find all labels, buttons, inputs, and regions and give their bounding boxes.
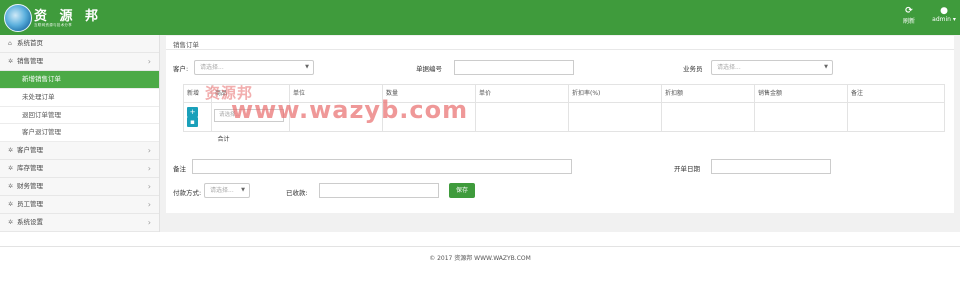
sidebar-item-label: 销售管理 <box>17 56 43 65</box>
total-empty <box>755 132 848 149</box>
customer-label: 客户: <box>173 65 189 73</box>
total-empty <box>290 132 383 149</box>
sidebar-item-sales[interactable]: ✲ 销售管理 › <box>0 52 159 71</box>
total-row: 合计 <box>184 132 945 149</box>
user-icon: ● <box>940 6 948 16</box>
sidebar-item-customers[interactable]: ✲ 客户管理 › <box>0 142 159 161</box>
total-empty <box>569 132 662 149</box>
caret-down-icon: ▼ <box>305 64 309 70</box>
customer-select[interactable]: 请选择... ▼ <box>194 60 314 75</box>
col-header: 备注 <box>847 84 945 103</box>
delete-row-button[interactable]: ▪ <box>187 117 198 127</box>
gear-icon: ✲ <box>8 183 14 191</box>
save-button[interactable]: 保存 <box>449 183 475 198</box>
brand-subtitle: 互联网资源与技术分享 <box>34 23 72 27</box>
order-no-label: 单据编号 <box>416 65 442 73</box>
caret-down-icon: ▼ <box>824 64 828 70</box>
payment-select[interactable]: 请选择... ▼ <box>204 183 250 198</box>
sidebar-item-label: 财务管理 <box>17 182 43 191</box>
caret-down-icon: ▼ <box>241 187 245 193</box>
sidebar-subitem-customer-returns[interactable]: 客户退订管理 <box>0 124 159 143</box>
gear-icon: ✲ <box>8 147 14 155</box>
received-input[interactable] <box>319 183 439 198</box>
salesman-label: 业务员 <box>683 65 703 73</box>
footer-copyright: © 2017 资源邦 WWW.WAZYB.COM <box>429 255 531 262</box>
chevron-right-icon: › <box>147 200 151 210</box>
order-no-input[interactable] <box>454 60 574 75</box>
sidebar-subitem-new-order[interactable]: 新增销售订单 <box>0 70 159 89</box>
sidebar-item-finance[interactable]: ✲ 财务管理 › <box>0 178 159 197</box>
col-header: 单价 <box>475 84 569 103</box>
salesman-select[interactable]: 请选择... ▼ <box>711 60 833 75</box>
chevron-right-icon: › <box>147 164 151 174</box>
open-date-input[interactable] <box>711 159 831 174</box>
gear-icon: ✲ <box>8 57 14 65</box>
discount-rate-cell[interactable] <box>568 102 662 132</box>
sidebar-item-label: 员工管理 <box>17 200 43 209</box>
total-empty <box>662 132 755 149</box>
col-header: 销售金额 <box>754 84 848 103</box>
top-header: 资 源 邦 互联网资源与技术分享 ⟳ 刷新 ● admin ▾ <box>0 0 960 35</box>
remark-label: 备注 <box>173 165 186 173</box>
sidebar-subitem-returned-orders[interactable]: 退回订单管理 <box>0 106 159 125</box>
user-menu[interactable]: ● admin ▾ <box>928 6 960 23</box>
logo-icon <box>4 4 32 32</box>
refresh-icon: ⟳ <box>905 6 913 16</box>
home-icon: ⌂ <box>8 40 12 47</box>
customer-placeholder: 请选择... <box>200 64 224 71</box>
gear-icon: ✲ <box>8 218 14 226</box>
refresh-label: 刷新 <box>902 18 915 25</box>
sidebar-item-staff[interactable]: ✲ 员工管理 › <box>0 196 159 214</box>
open-date-label: 开单日期 <box>674 165 700 173</box>
divider <box>166 49 954 50</box>
total-empty <box>476 132 569 149</box>
price-cell[interactable] <box>475 102 569 132</box>
received-label: 已收款: <box>286 189 308 197</box>
total-empty <box>848 132 945 149</box>
sales-amount-cell[interactable] <box>754 102 848 132</box>
sidebar-item-label: 系统首页 <box>17 39 43 47</box>
chevron-right-icon: › <box>147 217 151 227</box>
footer-divider <box>0 246 960 247</box>
payment-placeholder: 请选择... <box>210 187 234 194</box>
col-header: 折扣率(%) <box>568 84 662 103</box>
sidebar-item-label: 客户管理 <box>17 146 43 155</box>
sidebar: ⌂ 系统首页 ✲ 销售管理 › 新增销售订单 未处理订单 退回订单管理 客户退订管理… <box>0 35 160 232</box>
refresh-button[interactable]: ⟳ 刷新 <box>898 6 920 25</box>
row-action-cell: + ▪ <box>183 102 212 132</box>
chevron-right-icon: › <box>147 146 151 156</box>
total-empty <box>184 132 212 149</box>
sidebar-item-inventory[interactable]: ✲ 库存管理 › <box>0 160 159 179</box>
col-header: 折扣额 <box>661 84 755 103</box>
sidebar-subitem-pending-orders[interactable]: 未处理订单 <box>0 88 159 107</box>
remark-input[interactable] <box>192 159 572 174</box>
add-row-button[interactable]: + <box>187 107 198 117</box>
user-label: admin ▾ <box>932 16 956 23</box>
total-empty <box>383 132 476 149</box>
salesman-placeholder: 请选择... <box>717 64 741 71</box>
gear-icon: ✲ <box>8 165 14 173</box>
gear-icon: ✲ <box>8 201 14 209</box>
chevron-right-icon: › <box>147 182 151 192</box>
remark-cell[interactable] <box>847 102 945 132</box>
total-label: 合计 <box>217 136 230 143</box>
sidebar-item-settings[interactable]: ✲ 系统设置 › <box>0 213 159 232</box>
brand-name: 资 源 邦 <box>34 9 103 24</box>
watermark-text: www.wazyb.com <box>231 96 469 124</box>
chevron-right-icon: › <box>147 56 151 66</box>
sidebar-item-label: 库存管理 <box>17 164 43 173</box>
discount-amount-cell[interactable] <box>661 102 755 132</box>
panel-title: 销售订单 <box>173 41 199 49</box>
sidebar-item-home[interactable]: ⌂ 系统首页 <box>0 35 159 53</box>
payment-label: 付款方式: <box>173 189 202 197</box>
sidebar-item-label: 系统设置 <box>17 217 43 226</box>
